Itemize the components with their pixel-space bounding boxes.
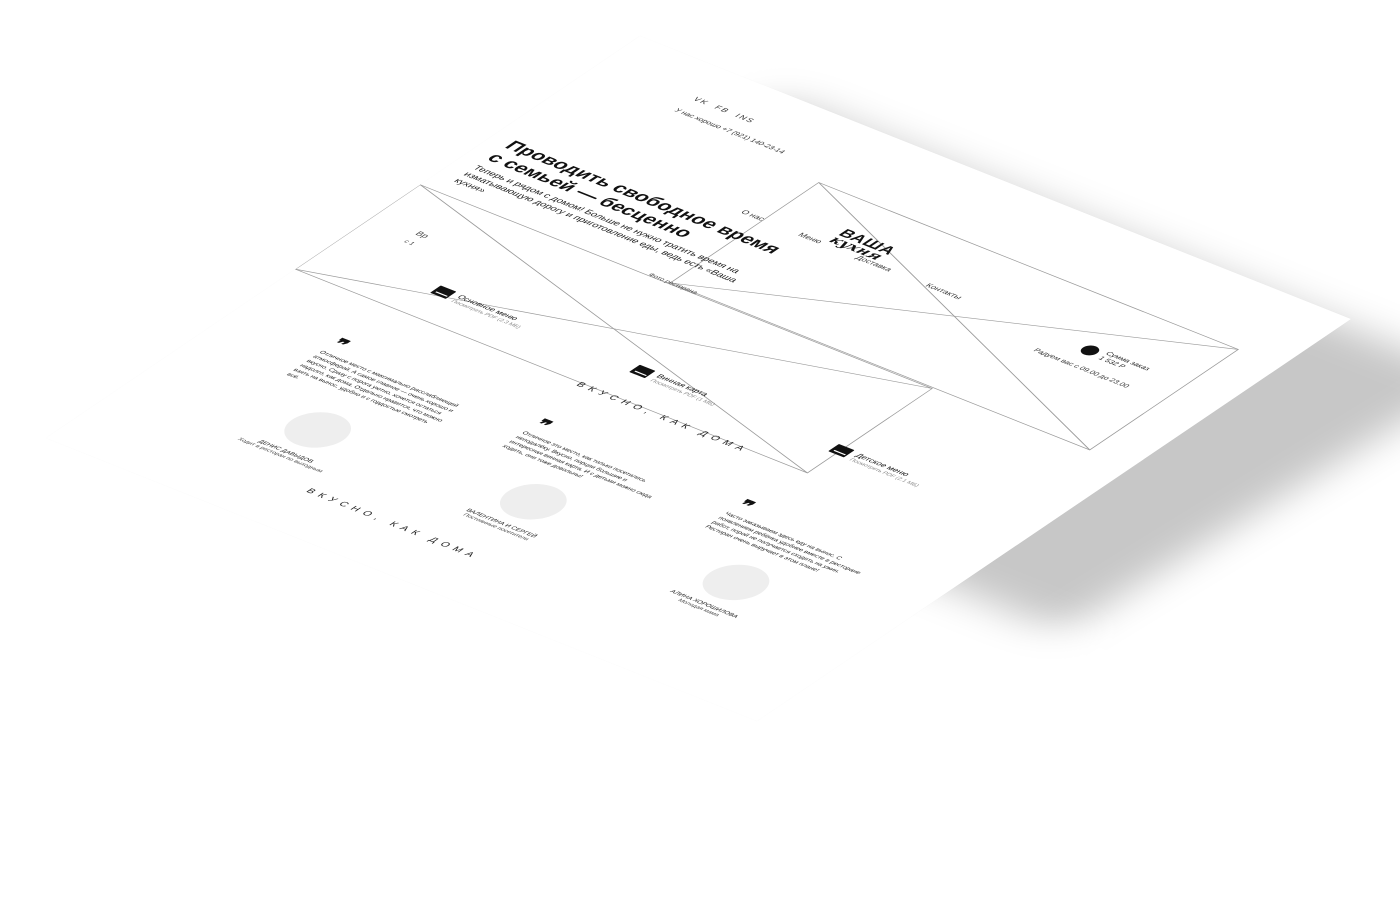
hero-image-placeholder — [669, 182, 1240, 451]
mockup-scene: VK FB INS У нас хорошо +7 (921) 140-23-1… — [0, 0, 1400, 913]
image-placeholders — [294, 182, 1240, 474]
wireframe-sheet: VK FB INS У нас хорошо +7 (921) 140-23-1… — [46, 36, 1351, 721]
